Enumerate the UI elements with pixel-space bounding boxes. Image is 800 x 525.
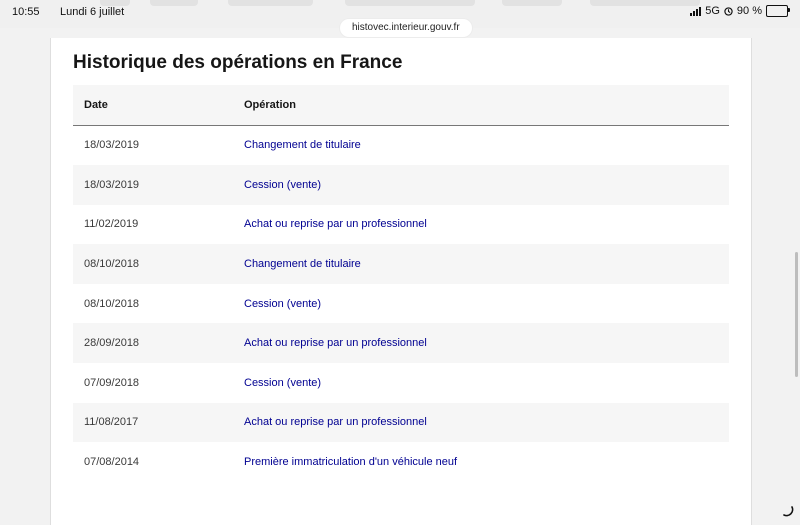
table-row: 18/03/2019 Cession (vente): [73, 165, 729, 205]
clock-icon: [724, 6, 733, 16]
battery-icon: [766, 5, 790, 17]
row-date: 11/02/2019: [84, 218, 139, 231]
network-label: 5G: [705, 5, 720, 17]
row-date: 28/09/2018: [84, 337, 140, 350]
row-date: 08/10/2018: [84, 297, 140, 310]
operations-table: Date Opération 18/03/2019 Changement de …: [73, 85, 729, 482]
row-operation-link[interactable]: Cession (vente): [244, 284, 729, 324]
row-date: 07/08/2014: [84, 456, 140, 469]
column-header-date: Date: [84, 98, 108, 111]
row-operation-link[interactable]: Changement de titulaire: [244, 244, 729, 284]
row-date: 11/08/2017: [84, 416, 139, 429]
status-time: 10:55: [12, 6, 40, 18]
row-date: 07/09/2018: [84, 376, 140, 389]
scrollbar-thumb[interactable]: [795, 252, 798, 377]
table-row: 07/09/2018 Cession (vente): [73, 363, 729, 403]
table-row: 08/10/2018 Changement de titulaire: [73, 244, 729, 284]
row-operation-link[interactable]: Achat ou reprise par un professionnel: [244, 403, 729, 443]
row-operation-link[interactable]: Achat ou reprise par un professionnel: [244, 323, 729, 363]
column-header-operation: Opération: [244, 98, 296, 111]
loading-spinner-icon: [783, 506, 794, 517]
operations-history-card: Historique des opérations en France Date…: [50, 38, 752, 525]
url-bar[interactable]: histovec.interieur.gouv.fr: [340, 19, 472, 37]
table-row: 11/08/2017 Achat ou reprise par un profe…: [73, 402, 729, 443]
table-header-row: Date Opération: [73, 85, 729, 125]
row-date: 18/03/2019: [84, 178, 140, 191]
status-indicators: 5G 90 %: [690, 5, 790, 17]
row-operation-link[interactable]: Achat ou reprise par un professionnel: [244, 205, 729, 245]
row-date: 18/03/2019: [84, 139, 140, 152]
table-row: 18/03/2019 Changement de titulaire: [73, 125, 729, 165]
table-row: 11/02/2019 Achat ou reprise par un profe…: [73, 205, 729, 245]
table-row: 07/08/2014 Première immatriculation d'un…: [73, 442, 729, 482]
section-title: Historique des opérations en France: [73, 52, 403, 73]
row-date: 08/10/2018: [84, 258, 140, 271]
table-row: 08/10/2018 Cession (vente): [73, 284, 729, 324]
row-operation-link[interactable]: Cession (vente): [244, 165, 729, 205]
signal-icon: [690, 6, 702, 16]
row-operation-link[interactable]: Première immatriculation d'un véhicule n…: [244, 442, 729, 482]
row-operation-link[interactable]: Cession (vente): [244, 363, 729, 403]
row-operation-link[interactable]: Changement de titulaire: [244, 125, 729, 165]
table-row: 28/09/2018 Achat ou reprise par un profe…: [73, 323, 729, 364]
battery-percent: 90 %: [736, 5, 762, 17]
status-date: Lundi 6 juillet: [60, 6, 125, 18]
